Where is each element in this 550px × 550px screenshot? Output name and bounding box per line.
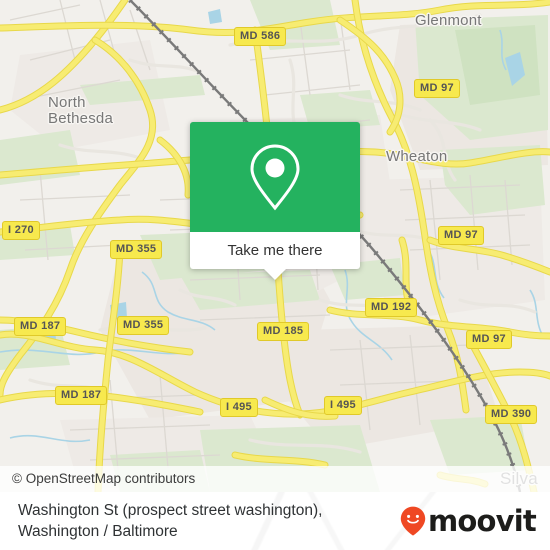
location-title: Washington St (prospect street washingto… bbox=[18, 500, 398, 542]
location-title-line1: Washington St (prospect street washingto… bbox=[18, 502, 323, 519]
popup-footer[interactable]: Take me there bbox=[190, 232, 360, 280]
osm-attribution-text: © OpenStreetMap contributors bbox=[12, 471, 196, 486]
popup-tail bbox=[264, 268, 286, 280]
road-shield-i495-b: I 495 bbox=[324, 396, 362, 415]
road-shield-md187-b: MD 187 bbox=[55, 386, 108, 405]
moovit-wordmark: moovit bbox=[428, 503, 537, 538]
moovit-smiley-pin-icon bbox=[400, 506, 426, 536]
osm-attribution[interactable]: © OpenStreetMap contributors bbox=[0, 466, 550, 492]
map-screen: .bg { fill:#f2f0ec; } .park { fill:#dbe8… bbox=[0, 0, 550, 550]
bottom-info-bar: Washington St (prospect street washingto… bbox=[0, 492, 550, 550]
road-shield-md97-b: MD 97 bbox=[438, 226, 484, 245]
road-shield-i270: I 270 bbox=[2, 221, 40, 240]
location-popup[interactable]: Take me there bbox=[190, 122, 360, 280]
road-shield-i495-a: I 495 bbox=[220, 398, 258, 417]
map-pin-icon bbox=[250, 144, 300, 211]
road-shield-md390: MD 390 bbox=[485, 405, 538, 424]
location-title-line2: Washington / Baltimore bbox=[18, 523, 178, 540]
road-shield-md355-b: MD 355 bbox=[117, 316, 170, 335]
take-me-there-label: Take me there bbox=[227, 241, 323, 259]
popup-header bbox=[190, 122, 360, 232]
road-shield-md355-a: MD 355 bbox=[110, 240, 163, 259]
moovit-logo[interactable]: moovit bbox=[400, 503, 537, 538]
road-shield-md586: MD 586 bbox=[234, 27, 287, 46]
road-shield-md187-a: MD 187 bbox=[14, 317, 67, 336]
road-shield-md97-a: MD 97 bbox=[414, 79, 460, 98]
road-shield-md185: MD 185 bbox=[257, 322, 310, 341]
map-canvas[interactable]: .bg { fill:#f2f0ec; } .park { fill:#dbe8… bbox=[0, 0, 550, 492]
road-shield-md192: MD 192 bbox=[365, 298, 418, 317]
road-shield-md97-c: MD 97 bbox=[466, 330, 512, 349]
